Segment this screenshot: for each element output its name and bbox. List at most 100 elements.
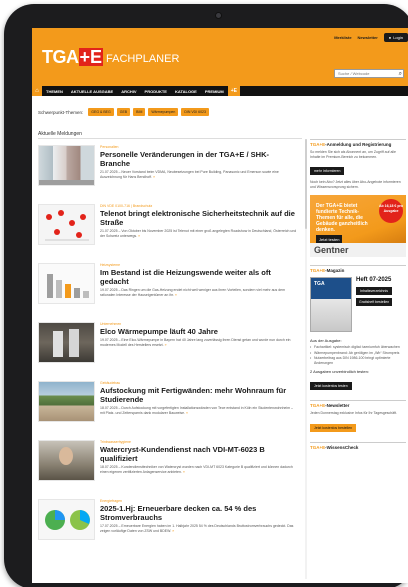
- nav-item-produkte[interactable]: PRODUKTE: [141, 89, 171, 94]
- search-icon[interactable]: ⌕: [399, 71, 402, 78]
- topic-chip[interactable]: GEB: [116, 108, 131, 116]
- register-box: TGA+E-Anmeldung und Registrierung So mel…: [310, 139, 406, 189]
- read-more-icon[interactable]: »: [165, 343, 167, 347]
- nav-item-aktuelle-ausgabe[interactable]: AKTUELLE AUSGABE: [67, 89, 117, 94]
- article-title[interactable]: Telenot bringt elektronische Sicherheits…: [100, 209, 298, 227]
- article-item[interactable]: Heizsysteme Im Bestand ist die Heizungsw…: [38, 263, 298, 322]
- newsletter-button[interactable]: Jetzt kostenlos bestellen: [310, 423, 357, 432]
- main-nav: ⌂ THEMEN AKTUELLE AUSGABE ARCHIV PRODUKT…: [32, 86, 408, 96]
- article-list: Personalien Personelle Veränderungen in …: [38, 145, 298, 558]
- sidebar: TGA+E-Anmeldung und Registrierung So mel…: [310, 139, 406, 450]
- topic-bar: Schwerpunkt-Themen: GEG & BEG GEB BIM Wä…: [38, 108, 209, 116]
- article-item[interactable]: Unternehmen Elco Wärmepumpe läuft 40 Jah…: [38, 322, 298, 381]
- logo-sub: FACHPLANER: [106, 53, 180, 65]
- ad-publisher: Gentner: [310, 243, 406, 257]
- topics-label: Schwerpunkt-Themen:: [38, 109, 84, 115]
- article-category: DIN VDE 0100-716 | Brandschutz: [100, 204, 153, 208]
- login-button[interactable]: ● Login: [383, 33, 408, 42]
- nav-item-plus[interactable]: +E: [227, 86, 240, 96]
- article-teaser: 19.07.2025 – Das Ringen um die Gas-Heizu…: [100, 288, 286, 297]
- read-more-icon[interactable]: »: [153, 175, 155, 179]
- nav-item-premium[interactable]: PREMIUM: [201, 89, 228, 94]
- article-item[interactable]: Gebäudebau Aufstockung mit Fertigwänden:…: [38, 381, 298, 440]
- camera-icon: [215, 12, 222, 19]
- article-category: Heizsysteme: [100, 263, 121, 267]
- topic-chip[interactable]: Wärmepumpen: [148, 108, 179, 116]
- nav-item-kataloge[interactable]: KATALOGE: [171, 89, 201, 94]
- article-title[interactable]: Watercryst-Kundendienst nach VDI-MT-6023…: [100, 445, 298, 463]
- logo-main: TGA: [42, 47, 79, 67]
- register-heading: TGA+E-Anmeldung und Registrierung: [310, 142, 392, 147]
- list-item[interactable]: Nutzerbeitrag aus DIN 1986-100 bringt op…: [310, 356, 406, 365]
- magazine-cover[interactable]: TGA: [310, 277, 352, 332]
- article-category: Trinkwasserhygiene: [100, 440, 131, 444]
- magazine-box: TGA+E-Magazin TGA Heft 07-2025 Inhaltsve…: [310, 265, 406, 392]
- article-item[interactable]: DIN VDE 0100-716 | Brandschutz Telenot b…: [38, 204, 298, 263]
- map-pins-graphic: [45, 210, 89, 241]
- site-header: Merkliste Newsletter ● Login TGA +E FACH…: [32, 28, 408, 86]
- scrollbar[interactable]: [305, 139, 307, 579]
- article-thumbnail[interactable]: [38, 440, 95, 481]
- topic-chip[interactable]: BIM: [133, 108, 146, 116]
- magazine-sub-heading: Aus der Ausgabe:: [310, 338, 342, 343]
- register-text: So melden Sie sich als Abonnent an, um Z…: [310, 150, 396, 159]
- newsletter-text: Jeden Donnerstag exklusive Infos für Ihr…: [310, 411, 398, 415]
- ad-price-badge: Ab 16,18 € pro Ausgabe: [379, 199, 403, 223]
- article-item[interactable]: Personalien Personelle Veränderungen in …: [38, 145, 298, 204]
- order-free-issue-button[interactable]: Gratisheft bestellen: [356, 298, 393, 306]
- article-title[interactable]: Im Bestand ist die Heizungswende weiter …: [100, 268, 298, 286]
- read-more-icon[interactable]: »: [175, 293, 177, 297]
- article-item[interactable]: Trinkwasserhygiene Watercryst-Kundendien…: [38, 440, 298, 499]
- magazine-topic-list: Fachartikel: systemisch digital: taenium…: [310, 345, 406, 365]
- read-more-icon[interactable]: »: [183, 470, 185, 474]
- ad-banner[interactable]: Der TGA+E bietet fundierte Technik-Theme…: [310, 195, 406, 257]
- article-thumbnail[interactable]: [38, 381, 95, 422]
- magazine-heading: TGA+E-Magazin: [310, 268, 345, 273]
- article-thumbnail[interactable]: [38, 204, 95, 245]
- nav-item-archiv[interactable]: ARCHIV: [117, 89, 140, 94]
- list-item[interactable]: Wärmepumpenbrand: Ab geröligen im „Wb“ S…: [310, 351, 406, 356]
- article-thumbnail[interactable]: [38, 322, 95, 363]
- read-more-icon[interactable]: »: [138, 234, 140, 238]
- article-thumbnail[interactable]: [38, 499, 95, 540]
- nav-item-themen[interactable]: THEMEN: [42, 89, 67, 94]
- list-item[interactable]: Fachartikel: systemisch digital: taenium…: [310, 345, 406, 350]
- article-teaser: 17.07.2025 – Erneuerbare Energien haben …: [100, 524, 294, 533]
- article-category: Gebäudebau: [100, 381, 121, 385]
- site-logo[interactable]: TGA +E FACHPLANER: [42, 48, 179, 66]
- more-info-button[interactable]: mehr informieren: [310, 167, 345, 175]
- article-thumbnail[interactable]: [38, 263, 95, 304]
- topic-chip[interactable]: DIN VDI 6023: [181, 108, 209, 116]
- browser-viewport: Merkliste Newsletter ● Login TGA +E FACH…: [32, 28, 408, 583]
- article-category: Personalien: [100, 145, 119, 149]
- merkliste-link[interactable]: Merkliste: [334, 35, 351, 40]
- ad-text: Der TGA+E bietet fundierte Technik-Theme…: [316, 203, 368, 233]
- article-title[interactable]: Personelle Veränderungen in der TGA+E / …: [100, 150, 298, 168]
- wissenscheck-heading: TGA+E-WissensCheck: [310, 444, 359, 450]
- logo-plus: +E: [78, 47, 104, 67]
- wissenscheck-box: TGA+E-WissensCheck: [310, 441, 406, 450]
- search-input[interactable]: [334, 69, 404, 78]
- divider: [38, 138, 302, 139]
- newsletter-link[interactable]: Newsletter: [358, 35, 378, 40]
- read-more-icon[interactable]: »: [172, 529, 174, 533]
- free-trial-button[interactable]: Jetzt kostenlos testen: [310, 382, 352, 390]
- login-label: Login: [393, 35, 403, 40]
- article-category: Unternehmen: [100, 322, 122, 326]
- newsletter-heading: TGA+E-Newsletter: [310, 403, 350, 408]
- newsletter-box: TGA+E-Newsletter Jeden Donnerstag exklus…: [310, 400, 406, 434]
- pie-charts-graphic: [45, 510, 90, 530]
- article-item[interactable]: Energiefragen 2025-1.Hj: Erneuerbare dec…: [38, 499, 298, 558]
- magazine-issue: Heft 07-2025: [356, 277, 392, 283]
- scrollbar-thumb[interactable]: [305, 139, 307, 229]
- article-title[interactable]: 2025-1.Hj: Erneuerbare decken ca. 54 % d…: [100, 504, 298, 522]
- user-icon: ●: [388, 35, 392, 40]
- read-more-icon[interactable]: »: [186, 411, 188, 415]
- article-title[interactable]: Aufstockung mit Fertigwänden: mehr Wohnr…: [100, 386, 298, 404]
- article-title[interactable]: Elco Wärmepumpe läuft 40 Jahre: [100, 327, 298, 336]
- article-teaser: 18.07.2025 – Durch Aufstockung mit vorge…: [100, 406, 293, 415]
- table-of-contents-button[interactable]: Inhaltsverzeichnis: [356, 287, 393, 295]
- home-icon[interactable]: ⌂: [32, 86, 42, 96]
- article-thumbnail[interactable]: [38, 145, 95, 186]
- topic-chip[interactable]: GEG & BEG: [88, 108, 114, 116]
